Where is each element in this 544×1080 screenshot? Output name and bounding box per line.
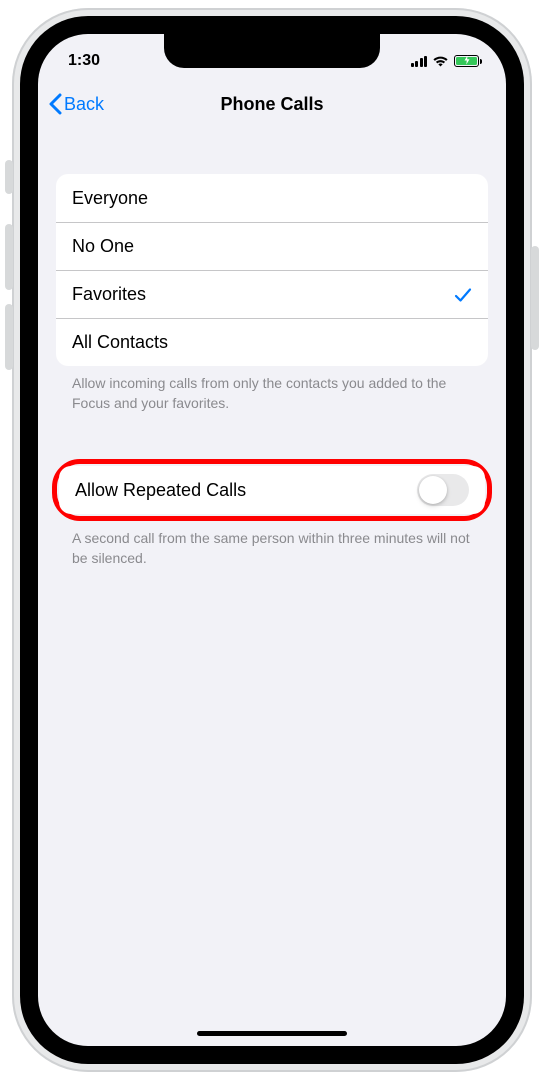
charging-icon bbox=[464, 56, 470, 67]
volume-down-button bbox=[5, 304, 13, 370]
option-label: Favorites bbox=[72, 284, 146, 305]
page-title: Phone Calls bbox=[220, 94, 323, 115]
allow-from-group: Everyone No One Favorites All Contacts bbox=[56, 174, 488, 366]
device-bezel: 1:30 bbox=[20, 16, 524, 1064]
annotation-highlight: Allow Repeated Calls bbox=[52, 459, 492, 521]
cellular-signal-icon bbox=[411, 55, 428, 67]
volume-up-button bbox=[5, 224, 13, 290]
allow-repeated-calls-toggle[interactable] bbox=[417, 474, 469, 506]
allow-from-footer: Allow incoming calls from only the conta… bbox=[56, 366, 488, 413]
screen: 1:30 bbox=[38, 34, 506, 1046]
status-time: 1:30 bbox=[68, 52, 100, 70]
chevron-left-icon bbox=[48, 93, 62, 115]
option-label: All Contacts bbox=[72, 332, 168, 353]
battery-icon bbox=[454, 55, 482, 67]
status-indicators bbox=[411, 55, 483, 67]
toggle-knob bbox=[419, 476, 447, 504]
option-no-one[interactable]: No One bbox=[56, 222, 488, 270]
checkmark-icon bbox=[454, 286, 472, 304]
repeated-calls-footer: A second call from the same person withi… bbox=[56, 521, 488, 568]
option-favorites[interactable]: Favorites bbox=[56, 270, 488, 318]
device-frame: 1:30 bbox=[0, 0, 544, 1080]
wifi-icon bbox=[432, 55, 449, 67]
notch bbox=[164, 34, 380, 68]
back-button[interactable]: Back bbox=[48, 93, 104, 115]
allow-repeated-calls-row[interactable]: Allow Repeated Calls bbox=[59, 466, 485, 514]
option-everyone[interactable]: Everyone bbox=[56, 174, 488, 222]
option-label: No One bbox=[72, 236, 134, 257]
option-all-contacts[interactable]: All Contacts bbox=[56, 318, 488, 366]
home-indicator[interactable] bbox=[197, 1031, 347, 1036]
navigation-bar: Back Phone Calls bbox=[38, 80, 506, 128]
content-area: Everyone No One Favorites All Contacts bbox=[38, 128, 506, 568]
allow-repeated-calls-label: Allow Repeated Calls bbox=[75, 480, 246, 501]
power-button bbox=[531, 246, 539, 350]
back-label: Back bbox=[64, 94, 104, 115]
mute-switch bbox=[5, 160, 13, 194]
option-label: Everyone bbox=[72, 188, 148, 209]
